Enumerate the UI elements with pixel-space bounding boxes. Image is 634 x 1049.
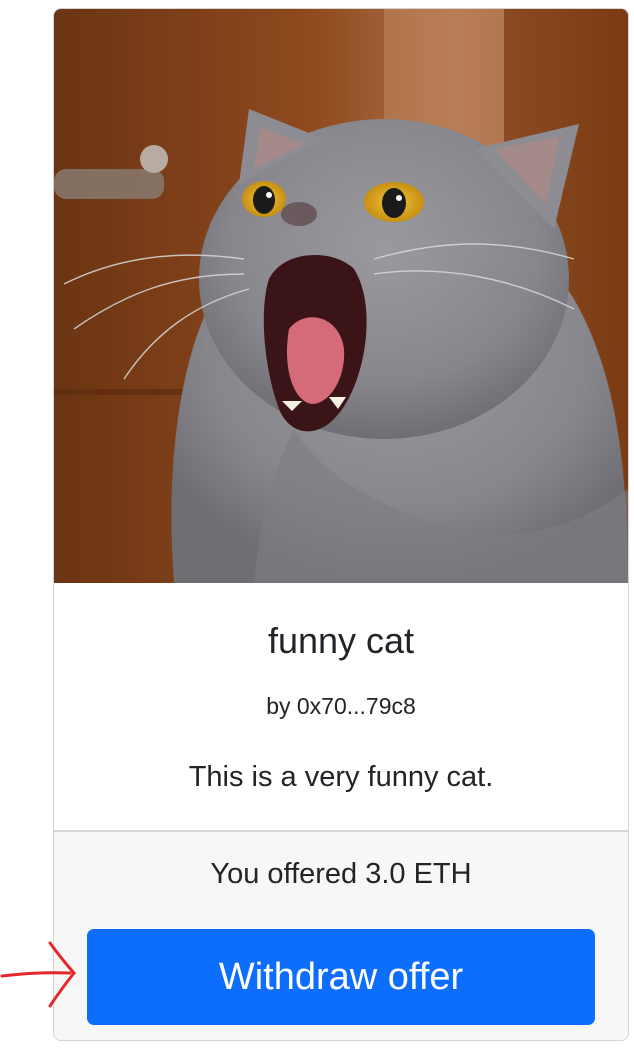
card-footer: You offered 3.0 ETH Withdraw offer — [54, 830, 628, 1040]
nft-description: This is a very funny cat. — [188, 761, 494, 793]
nft-card: funny cat by 0x70...79c8 This is a very … — [53, 8, 629, 1041]
withdraw-offer-button[interactable]: Withdraw offer — [87, 929, 595, 1025]
offer-status: You offered 3.0 ETH — [210, 858, 472, 890]
cat-photo — [54, 9, 628, 583]
nft-image — [54, 9, 628, 583]
nft-author: by 0x70...79c8 — [266, 693, 416, 719]
card-body: funny cat by 0x70...79c8 This is a very … — [54, 583, 628, 831]
nft-title: funny cat — [267, 620, 415, 661]
annotation-arrow-icon — [0, 941, 76, 1008]
